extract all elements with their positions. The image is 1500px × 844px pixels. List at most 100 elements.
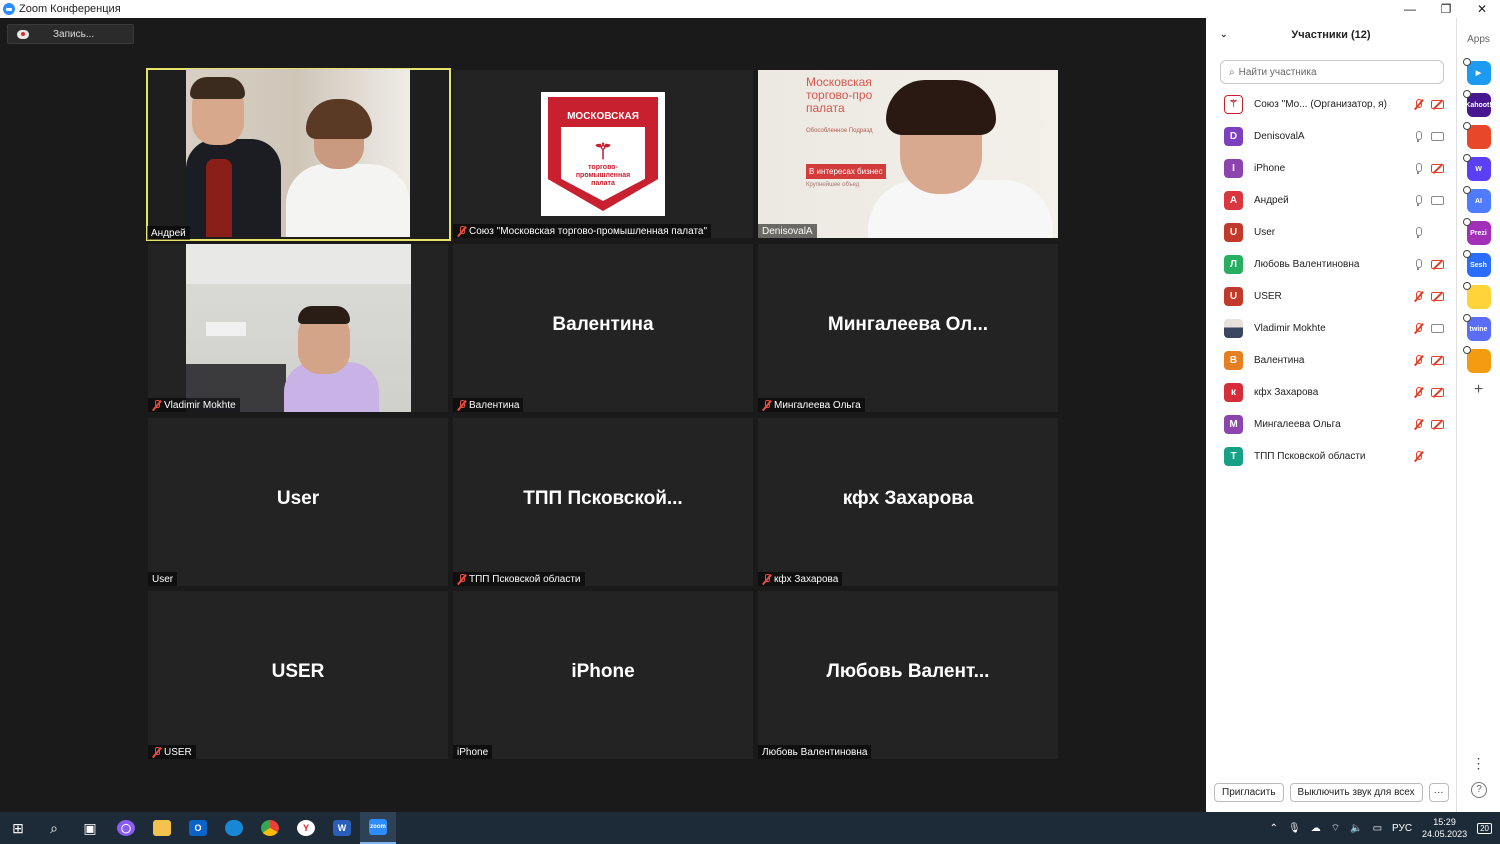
onedrive-icon[interactable] (216, 812, 252, 844)
close-button[interactable]: ✕ (1464, 2, 1500, 16)
participant-row[interactable]: M Мингалеева Ольга (1206, 408, 1456, 440)
video-tile-moscow-chamber[interactable]: МОСКОВСКАЯ ⚚ торгово- промышленная палат… (453, 70, 753, 238)
camera-off-icon[interactable] (1431, 355, 1444, 365)
task-view-icon[interactable]: ▣ (72, 812, 108, 844)
mic-icon[interactable] (1414, 226, 1422, 238)
chamber-logo: МОСКОВСКАЯ ⚚ торгово- промышленная палат… (541, 92, 665, 216)
avatar: ⚚ (1224, 94, 1243, 114)
volume-icon[interactable]: 🔈 (1350, 823, 1362, 834)
participant-row[interactable]: А Андрей (1206, 184, 1456, 216)
camera-icon[interactable] (1431, 131, 1444, 141)
recording-label: Запись... (53, 28, 95, 40)
recording-indicator[interactable]: Запись... (7, 24, 134, 44)
mic-muted-icon[interactable] (1414, 354, 1422, 366)
yandex-browser-icon[interactable]: Y (288, 812, 324, 844)
app-icon[interactable] (1462, 346, 1491, 373)
app-icon[interactable] (1462, 122, 1491, 149)
app-icon[interactable]: twine (1462, 314, 1491, 341)
participant-row[interactable]: Л Любовь Валентиновна (1206, 248, 1456, 280)
tile-name-label: Валентина (453, 398, 524, 412)
participant-row[interactable]: U USER (1206, 280, 1456, 312)
clock[interactable]: 15:29 24.05.2023 (1422, 816, 1467, 840)
chevron-down-icon[interactable]: ⌄ (1220, 29, 1228, 40)
video-tile-andrey[interactable]: Андрей (146, 68, 451, 241)
app-icon[interactable]: AI (1462, 186, 1491, 213)
video-tile-tpp-pskov[interactable]: ТПП Псковской... ТПП Псковской области (453, 418, 753, 586)
app-icon[interactable]: Sesh (1462, 250, 1491, 277)
video-tile-kfh-zakharova[interactable]: кфх Захарова кфх Захарова (758, 418, 1058, 586)
participant-display-name: User (276, 488, 320, 509)
minimize-button[interactable]: — (1392, 2, 1428, 16)
mic-icon[interactable] (1414, 194, 1422, 206)
mic-icon[interactable] (1414, 162, 1422, 174)
network-icon[interactable]: ⌔ (1331, 822, 1340, 835)
participant-search-input[interactable]: ⌕ Найти участника (1220, 60, 1444, 84)
mic-muted-icon[interactable] (1414, 386, 1422, 398)
video-tile-valentina[interactable]: Валентина Валентина (453, 244, 753, 412)
camera-off-icon[interactable] (1431, 291, 1444, 301)
video-tile-lyubov[interactable]: Любовь Валент... Любовь Валентиновна (758, 591, 1058, 759)
tile-name-label: iPhone (453, 745, 493, 759)
participant-name: USER (1254, 290, 1282, 302)
keyboard-language[interactable]: РУС (1392, 823, 1412, 834)
participant-row[interactable]: ⚚ Союз "Мо... (Организатор, я) (1206, 88, 1456, 120)
more-options-button[interactable]: ··· (1428, 782, 1449, 802)
help-icon[interactable]: ? (1471, 782, 1487, 798)
participant-row[interactable]: Vladimir Mokhte (1206, 312, 1456, 344)
participant-name: Vladimir Mokhte (1254, 322, 1326, 334)
camera-off-icon[interactable] (1431, 163, 1444, 173)
tray-expand-icon[interactable]: ⌃ (1270, 823, 1278, 834)
word-icon[interactable]: W (324, 812, 360, 844)
participant-row[interactable]: к кфх Захарова (1206, 376, 1456, 408)
participant-row[interactable]: D DenisovalA (1206, 120, 1456, 152)
mic-muted-icon[interactable] (1414, 450, 1422, 462)
search-icon[interactable]: ⌕ (36, 812, 72, 844)
mic-icon[interactable] (1414, 130, 1422, 142)
mute-all-button[interactable]: Выключить звук для всех (1289, 782, 1423, 802)
app-icon[interactable]: Kahoot! (1462, 90, 1492, 117)
video-tile-vladimir[interactable]: Vladimir Mokhte (148, 244, 448, 412)
app-icon[interactable] (1462, 282, 1491, 309)
participant-display-name: Любовь Валент... (826, 661, 990, 682)
outlook-icon[interactable]: O (180, 812, 216, 844)
invite-button[interactable]: Пригласить (1214, 782, 1284, 802)
video-tile-iphone[interactable]: iPhone iPhone (453, 591, 753, 759)
battery-icon[interactable]: ▭ (1373, 823, 1382, 834)
tile-name-label: Союз "Московская торгово-промышленная па… (453, 224, 712, 238)
app-icon[interactable]: Prezi (1462, 218, 1491, 245)
video-tile-user[interactable]: User User (148, 418, 448, 586)
more-menu-icon[interactable]: ⋮ (1457, 755, 1500, 772)
cloud-icon[interactable]: ☁ (1311, 823, 1321, 834)
participant-row[interactable]: IiPhone (1206, 152, 1456, 184)
participant-row[interactable]: Т ТПП Псковской области (1206, 440, 1456, 472)
panel-header: ⌄ Участники (12) (1206, 18, 1456, 52)
mic-muted-icon[interactable] (1414, 290, 1422, 302)
camera-off-icon[interactable] (1431, 387, 1444, 397)
restore-button[interactable]: ❐ (1428, 2, 1464, 16)
microphone-icon[interactable]: 🎙 (1288, 823, 1301, 834)
notifications-icon[interactable]: 20 (1477, 822, 1492, 834)
mic-muted-icon[interactable] (1414, 98, 1422, 110)
chrome-icon[interactable] (252, 812, 288, 844)
mic-muted-icon[interactable] (1414, 418, 1422, 430)
video-tile-denisovala[interactable]: Московская торгово-про палата Обособленное… (758, 70, 1058, 238)
camera-icon[interactable] (1431, 195, 1444, 205)
participant-row[interactable]: В Валентина (1206, 344, 1456, 376)
add-app-icon[interactable]: + (1457, 381, 1500, 399)
video-tile-mingaleeva[interactable]: Мингалеева Ол... Мингалеева Ольга (758, 244, 1058, 412)
mic-muted-icon[interactable] (1414, 322, 1422, 334)
alice-assistant-icon[interactable]: ◯ (108, 812, 144, 844)
app-icon[interactable]: W (1462, 154, 1491, 181)
mic-icon[interactable] (1414, 258, 1422, 270)
camera-off-icon[interactable] (1431, 419, 1444, 429)
camera-icon[interactable] (1431, 323, 1444, 333)
windows-start-icon[interactable]: ⊞ (0, 812, 36, 844)
app-icon-play[interactable]: ▶ (1462, 58, 1491, 85)
camera-off-icon[interactable] (1431, 259, 1444, 269)
file-explorer-icon[interactable] (144, 812, 180, 844)
camera-off-icon[interactable] (1431, 99, 1444, 109)
participant-name: Андрей (1254, 194, 1289, 206)
zoom-taskbar-icon[interactable]: zoom (360, 812, 396, 844)
participant-row[interactable]: U User (1206, 216, 1456, 248)
video-tile-user-caps[interactable]: USER USER (148, 591, 448, 759)
